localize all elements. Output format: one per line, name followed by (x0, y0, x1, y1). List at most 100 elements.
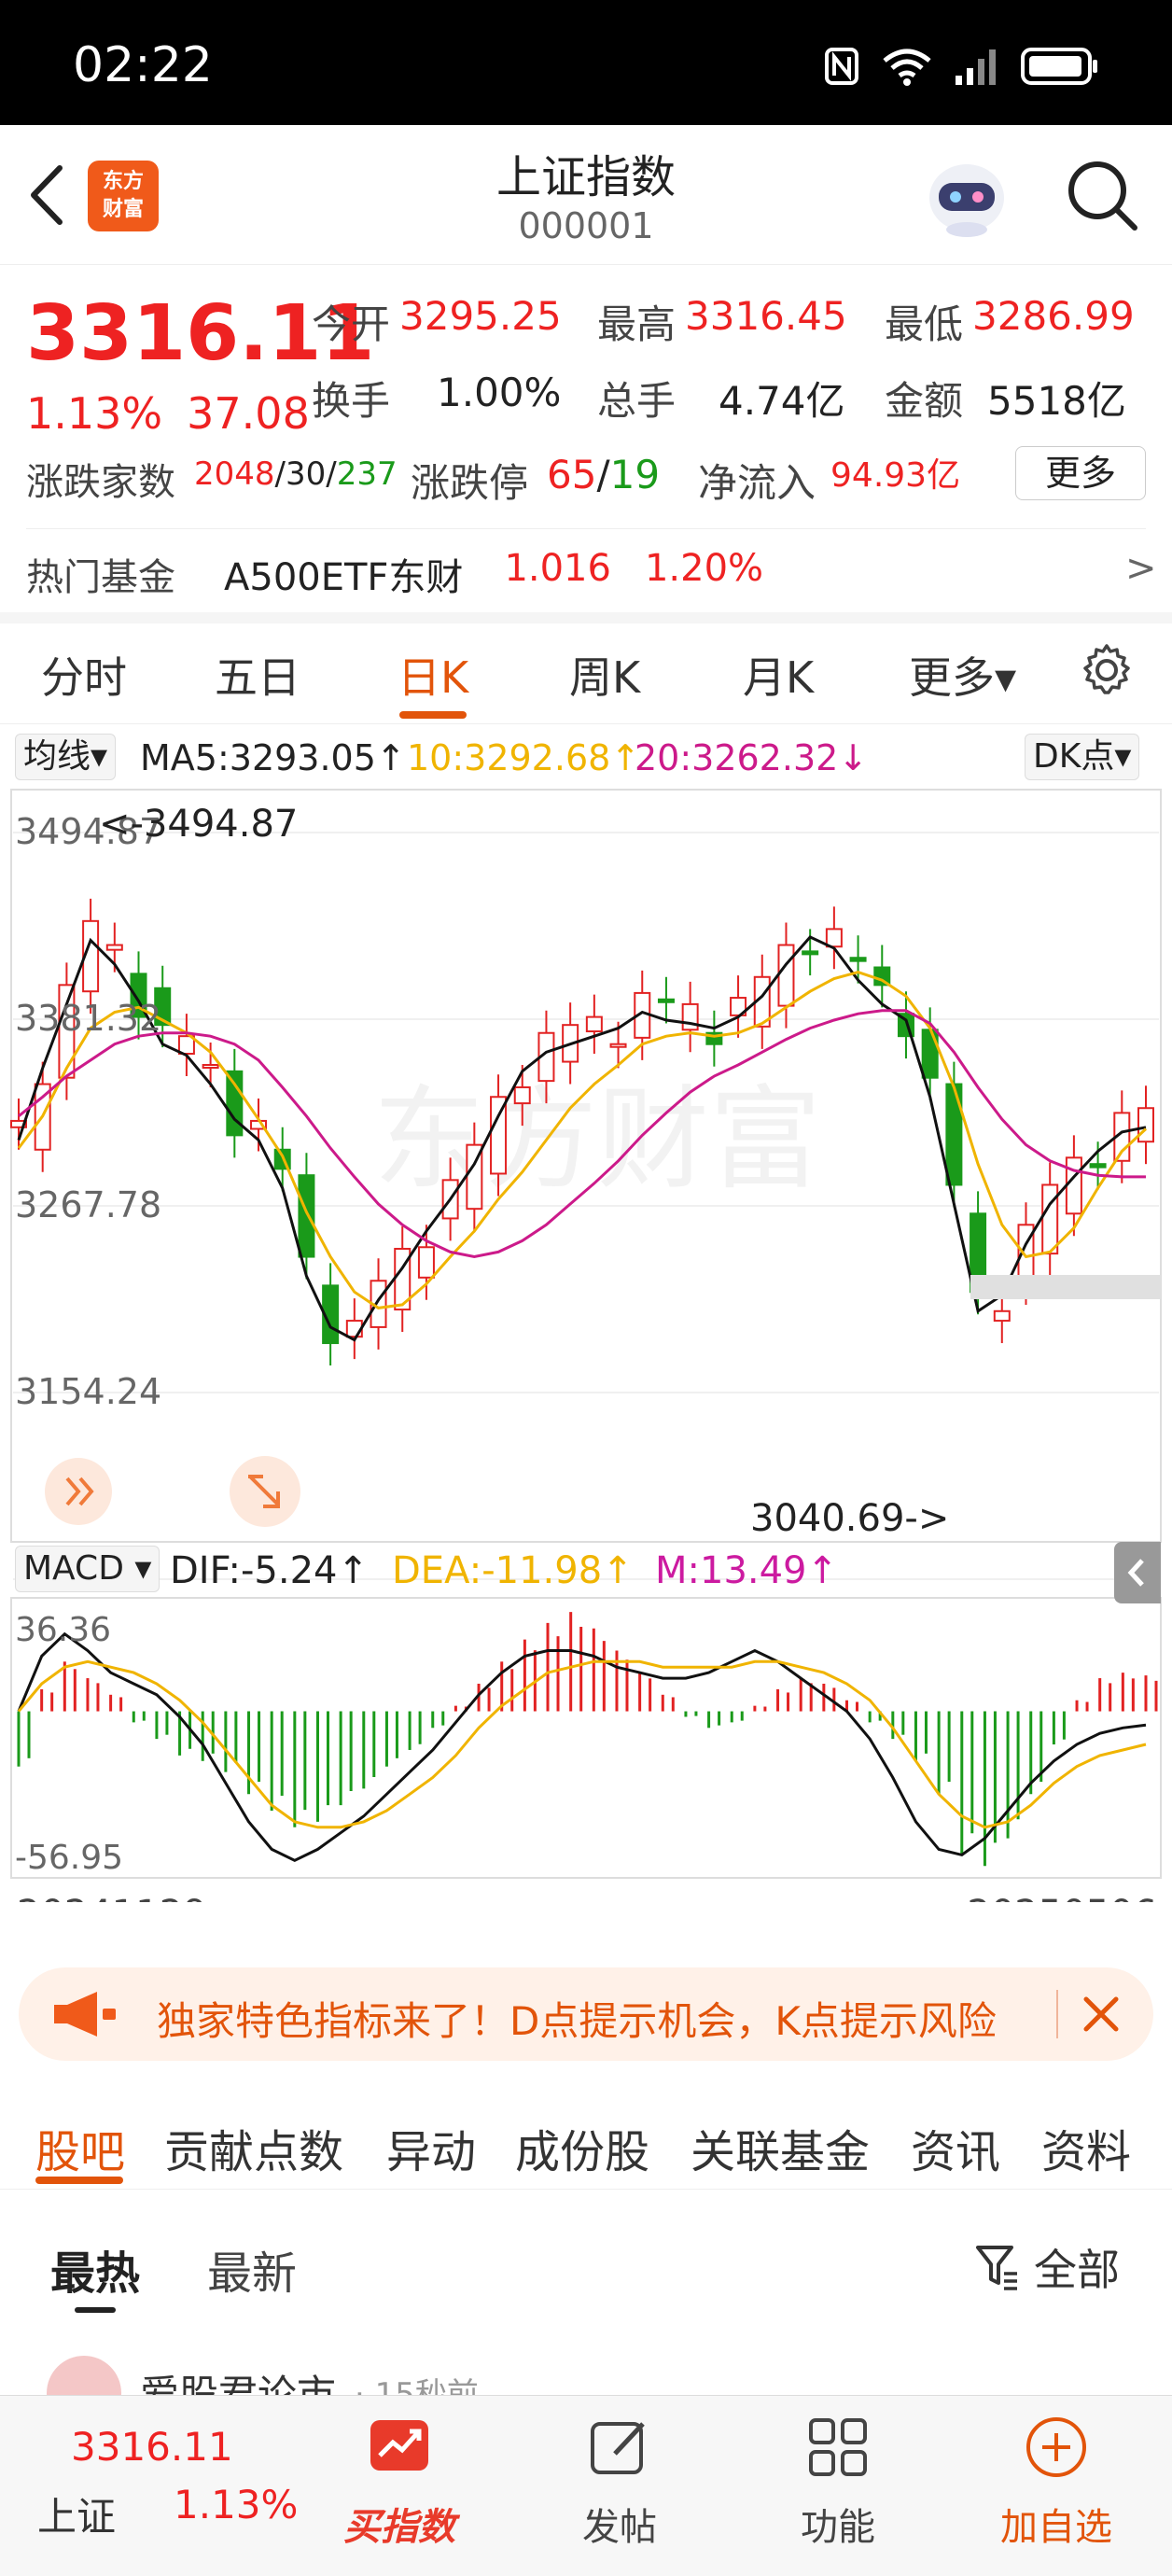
candle-body (849, 957, 867, 962)
post-button[interactable]: 发帖 (545, 2415, 694, 2551)
volume-value: 4.74亿 (719, 378, 845, 424)
decline-count: 237 (336, 455, 398, 493)
functions-button[interactable]: 功能 (763, 2415, 913, 2551)
candle-body (945, 1083, 963, 1186)
turnover-label: 换手 (312, 378, 391, 424)
active-section-indicator (35, 2177, 123, 2184)
hot-fund-price: 1.016 (504, 547, 611, 590)
expand-icon[interactable] (45, 1458, 112, 1525)
gear-icon[interactable] (1079, 642, 1135, 698)
candle-body (298, 1174, 315, 1258)
collapse-panel-button[interactable] (1114, 1542, 1161, 1603)
low-field: 最低 3286.99 (885, 293, 1135, 350)
buy-index-button[interactable]: 买指数 (325, 2415, 474, 2551)
trend-chart-icon (370, 2420, 428, 2471)
candle-body (1041, 1183, 1059, 1255)
advance-decline-field: 涨跌家数 2048/30/237 (26, 452, 398, 506)
ma10-value: 10:3292.68↑ (407, 737, 641, 778)
limit-field: 涨跌停 65/19 (411, 452, 660, 509)
battery-icon (1021, 48, 1097, 85)
compose-icon (591, 2422, 645, 2474)
macd-dif: DIF:-5.24↑ (170, 1549, 369, 1592)
min-annotation: 3040.69-> (750, 1497, 949, 1540)
status-time: 02:22 (73, 37, 213, 93)
amount-field: 金额 5518亿 (885, 370, 1126, 427)
open-value: 3295.25 (399, 293, 562, 339)
candle-body (1089, 1163, 1107, 1169)
open-field: 今开 3295.25 (312, 293, 562, 350)
tab-weekly-k[interactable]: 周K (569, 644, 640, 706)
inflow-value: 94.93亿 (830, 456, 961, 495)
turnover-value: 1.00% (437, 370, 562, 415)
low-value: 3286.99 (972, 293, 1135, 339)
feed-tabs: 最热 最新 全部 (0, 2203, 1172, 2315)
tab-daily-k[interactable]: 日K (398, 644, 468, 706)
candle-body (1065, 1156, 1082, 1215)
macd-m: M:13.49↑ (655, 1549, 839, 1592)
tab-more[interactable]: 更多▾ (909, 644, 1016, 706)
search-icon[interactable] (1064, 157, 1140, 233)
tab-profile[interactable]: 资料 (1041, 2115, 1131, 2180)
tab-intraday[interactable]: 分时 (41, 644, 127, 706)
tab-five-day[interactable]: 五日 (215, 644, 300, 706)
tab-hottest[interactable]: 最热 (50, 2236, 140, 2302)
kline-chart[interactable]: 东方财富 3494.873381.323267.783154.243040.69… (0, 786, 1172, 1902)
post-preview[interactable]: 爱股君论市 · 15秒前 (47, 2356, 479, 2397)
volume-label: 总手 (597, 378, 677, 424)
tab-latest[interactable]: 最新 (207, 2236, 297, 2302)
add-watchlist-button[interactable]: 加自选 (982, 2415, 1131, 2551)
hot-fund-name: A500ETF东财 (224, 556, 464, 599)
macd-y-tick-bottom: -56.95 (15, 1839, 123, 1877)
banner-divider (1056, 1990, 1058, 2038)
candle-body (921, 1029, 939, 1079)
high-label: 最高 (597, 301, 677, 347)
x-end-label: 20250506 (967, 1893, 1157, 1902)
low-label: 最低 (885, 301, 964, 347)
candle-body (1137, 1107, 1154, 1143)
divider (26, 528, 1146, 529)
tab-constituents[interactable]: 成份股 (515, 2115, 649, 2180)
signal-icon (956, 49, 996, 85)
limit-up-count: 65 (547, 452, 597, 497)
tab-monthly-k[interactable]: 月K (743, 644, 814, 706)
period-tabs: 分时 五日 日K 周K 月K 更多▾ (0, 623, 1172, 724)
tab-anomaly[interactable]: 异动 (386, 2115, 476, 2180)
watermark: 东方财富 (373, 1075, 821, 1205)
candle-body (657, 998, 675, 1003)
megaphone-icon (54, 1992, 116, 2037)
more-button[interactable]: 更多 (1015, 446, 1146, 500)
ma20-value: 20:3262.32↓ (635, 737, 869, 778)
functions-label: 功能 (801, 2506, 875, 2549)
candle-body (585, 1015, 603, 1033)
hot-fund-row[interactable]: 热门基金 A500ETF东财 1.016 1.20% > (26, 547, 1157, 601)
fullscreen-icon[interactable] (230, 1456, 300, 1527)
turnover-field: 换手 1.00% (312, 370, 561, 427)
filter-icon (976, 2246, 1017, 2290)
quote-panel: 3316.11 1.13% 37.08 今开 3295.25 最高 3316.45 最… (0, 265, 1172, 620)
dk-button[interactable]: DK点▾ (1025, 734, 1140, 780)
close-icon[interactable] (1073, 1986, 1129, 2042)
macd-y-tick-top: 36.36 (15, 1611, 111, 1649)
flat-count: 30 (286, 455, 327, 493)
amount-value: 5518亿 (987, 378, 1126, 424)
tab-guba[interactable]: 股吧 (35, 2115, 125, 2180)
post-label: 发帖 (582, 2506, 657, 2549)
high-value: 3316.45 (685, 293, 847, 339)
y-tick-label: 3267.78 (15, 1184, 161, 1225)
section-separator (0, 612, 1172, 623)
robot-assistant-icon[interactable] (922, 151, 1012, 241)
tab-news[interactable]: 资讯 (911, 2115, 1000, 2180)
macd-selector[interactable]: MACD ▾ (15, 1546, 160, 1592)
nfc-icon (825, 48, 858, 85)
tab-contribution[interactable]: 贡献点数 (164, 2115, 343, 2180)
promo-banner[interactable]: 独家特色指标来了！D点提示机会，K点提示风险 (19, 1967, 1153, 2061)
filter-button[interactable]: 全部 (974, 2236, 1120, 2298)
macd-dea: DEA:-11.98↑ (392, 1549, 634, 1592)
candle-body (417, 1246, 435, 1279)
tab-related-funds[interactable]: 关联基金 (691, 2115, 870, 2180)
post-author: 爱股君论市 (140, 2372, 337, 2397)
ma-selector[interactable]: 均线▾ (15, 734, 117, 780)
wifi-icon (883, 49, 931, 86)
add-watchlist-label: 加自选 (1000, 2506, 1112, 2549)
hot-fund-label: 热门基金 (26, 556, 175, 599)
